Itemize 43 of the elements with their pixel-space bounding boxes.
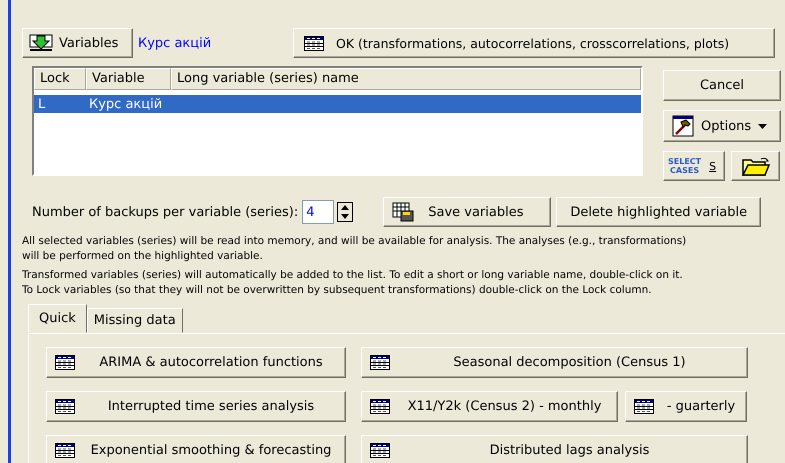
delete-variable-button[interactable]: Delete highlighted variable — [556, 197, 762, 227]
tab[interactable]: Missing data — [86, 308, 183, 333]
lock-cell-text: L — [37, 96, 46, 112]
analysis-button[interactable]: - guarterly — [625, 391, 747, 422]
column-header[interactable]: Long variable (series) name — [171, 68, 641, 90]
selected-variable-name: Курс акцій — [138, 36, 212, 50]
table-icon — [55, 399, 75, 414]
analysis-button[interactable]: ARIMA & autocorrelation functions — [46, 347, 346, 378]
options-button[interactable]: Options — [663, 110, 781, 142]
backups-field[interactable]: 4 — [302, 200, 334, 224]
info-text: To Lock variables (so that they will not be overwritten by subsequent transformations) double-click on the Lock column. — [22, 283, 653, 298]
analysis-button[interactable]: X11/Y2k (Census 2) - monthly — [361, 391, 618, 422]
info-text: will be performed on the highlighted variable. — [22, 249, 264, 264]
analysis-button[interactable]: Exponential smoothing & forecasting — [46, 435, 346, 463]
table-icon — [55, 355, 75, 370]
table-icon — [370, 443, 390, 458]
column-header[interactable]: Variable — [86, 68, 171, 90]
analysis-button[interactable]: Distributed lags analysis — [361, 435, 748, 463]
analysis-button[interactable]: Seasonal decomposition (Census 1) — [361, 347, 748, 378]
info-text: Transformed variables (series) will automatically be added to the list. To edit a short or long variable name, double-click on it. — [22, 268, 684, 283]
table-icon — [55, 443, 75, 458]
backups-label: Number of backups per variable (series): — [32, 204, 298, 220]
dropdown-caret-icon — [758, 124, 768, 128]
open-folder-button[interactable] — [731, 151, 780, 181]
spinner[interactable] — [337, 202, 354, 222]
table-icon — [370, 399, 390, 414]
info-text: All selected variables (series) will be read into memory, and will be available for analysis. The analyses (e.g., transformations) — [22, 234, 688, 249]
column-header[interactable]: Lock — [34, 68, 86, 90]
ok-button[interactable]: OK (transformations, autocorrelations, crosscorrelations, plots) — [293, 28, 775, 58]
variables-button[interactable]: Variables — [22, 28, 133, 58]
tab[interactable]: Quick — [28, 304, 87, 333]
table-icon — [370, 355, 390, 370]
cancel-button[interactable]: Cancel — [663, 70, 781, 101]
grid-floppy-icon — [392, 202, 414, 222]
folder-icon — [740, 156, 770, 176]
download-arrow-icon — [29, 34, 53, 52]
analysis-button[interactable]: Interrupted time series analysis — [46, 391, 346, 422]
table-icon — [304, 36, 324, 50]
variable-cell-text: Курс акцій — [89, 96, 164, 112]
hammer-icon — [672, 115, 694, 137]
variable-row[interactable]: L Курс акцій — [34, 95, 641, 113]
save-variables-button[interactable]: Save variables — [383, 197, 552, 227]
table-icon — [634, 399, 654, 414]
